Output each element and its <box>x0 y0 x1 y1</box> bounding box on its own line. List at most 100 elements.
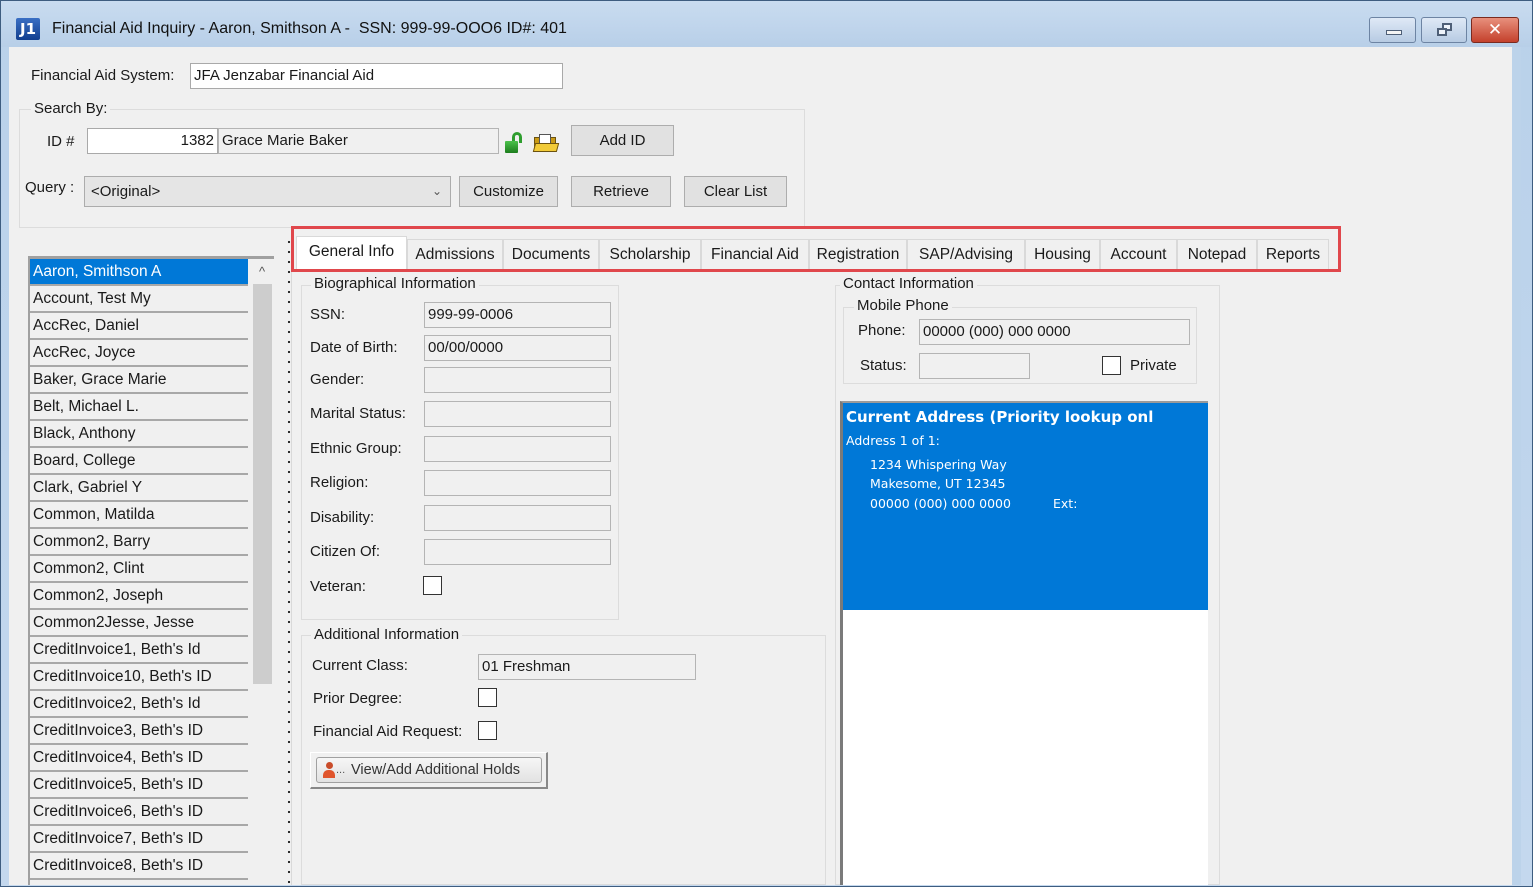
private-label: Private <box>1130 357 1177 374</box>
bio-field-label: Religion: <box>310 474 369 491</box>
bio-field-label: Ethnic Group: <box>310 440 402 457</box>
student-list-item[interactable]: CreditInvoice4, Beth's ID <box>30 745 248 772</box>
biographical-title: Biographical Information <box>311 275 479 292</box>
fa-request-label: Financial Aid Request: <box>313 723 463 740</box>
address-count: Address 1 of 1: <box>846 433 940 448</box>
search-by-group <box>19 109 805 228</box>
tab-account[interactable]: Account <box>1100 239 1177 270</box>
bio-field-value: 999-99-0006 <box>424 302 611 328</box>
tab-notepad[interactable]: Notepad <box>1177 239 1257 270</box>
student-list-item[interactable]: CreditInvoice2, Beth's Id <box>30 691 248 718</box>
prior-degree-checkbox[interactable] <box>478 688 497 707</box>
scroll-up-icon[interactable]: ^ <box>250 259 274 283</box>
bio-field-label: Gender: <box>310 371 365 388</box>
tab-registration[interactable]: Registration <box>809 239 907 270</box>
fa-request-checkbox[interactable] <box>478 721 497 740</box>
query-label: Query : <box>25 179 75 196</box>
student-list-item[interactable]: CreditInvoice6, Beth's ID <box>30 799 248 826</box>
student-list-item[interactable]: Common, Matilda <box>30 502 248 529</box>
scroll-thumb[interactable] <box>253 284 272 684</box>
list-scrollbar[interactable]: ^ <box>250 259 274 885</box>
add-id-button[interactable]: Add ID <box>571 125 674 156</box>
tab-reports[interactable]: Reports <box>1257 239 1329 270</box>
tab-housing[interactable]: Housing <box>1025 239 1100 270</box>
close-icon: ✕ <box>1487 20 1503 40</box>
private-checkbox[interactable] <box>1102 356 1121 375</box>
student-list-item[interactable]: AccRec, Daniel <box>30 313 248 340</box>
student-list-item[interactable]: Common2, Clint <box>30 556 248 583</box>
student-list-item[interactable]: Baker, Grace Marie <box>30 367 248 394</box>
current-class-label: Current Class: <box>312 657 408 674</box>
status-label: Status: <box>860 357 907 374</box>
current-address-panel[interactable]: Current Address (Priority lookup onl Add… <box>840 401 1208 885</box>
tab-financial-aid[interactable]: Financial Aid <box>701 239 809 270</box>
tab-documents[interactable]: Documents <box>503 239 599 270</box>
holds-button-face: ... View/Add Additional Holds <box>316 757 542 783</box>
customize-button[interactable]: Customize <box>459 176 558 207</box>
bio-field-value <box>424 367 611 393</box>
id-input[interactable]: 1382 <box>87 128 218 154</box>
holds-ellipsis: ... <box>336 764 346 776</box>
student-list-item[interactable]: Belt, Michael L. <box>30 394 248 421</box>
student-list-item[interactable]: Clark, Gabriel Y <box>30 475 248 502</box>
contact-info-title: Contact Information <box>840 275 977 292</box>
student-list-item[interactable]: Black, Anthony <box>30 421 248 448</box>
veteran-checkbox[interactable] <box>423 576 442 595</box>
additional-info-title: Additional Information <box>311 626 463 643</box>
bio-field-label: Citizen Of: <box>310 543 381 560</box>
student-list-item[interactable]: Common2, Barry <box>30 529 248 556</box>
minimize-button[interactable] <box>1369 17 1416 43</box>
tab-scholarship[interactable]: Scholarship <box>599 239 701 270</box>
fa-system-label: Financial Aid System: <box>31 67 175 84</box>
tab-admissions[interactable]: Admissions <box>407 239 503 270</box>
student-list-item[interactable]: CreditInvoice7, Beth's ID <box>30 826 248 853</box>
retrieve-button[interactable]: Retrieve <box>571 176 671 207</box>
open-folder-icon[interactable] <box>532 134 560 152</box>
holds-button-label: View/Add Additional Holds <box>351 762 521 778</box>
student-list-item[interactable]: Common2, Joseph <box>30 583 248 610</box>
status-field <box>919 353 1030 379</box>
student-list-item[interactable]: CreditInvoice8, Beth's ID <box>30 853 248 880</box>
mobile-phone-title: Mobile Phone <box>854 297 952 314</box>
current-class-field: 01 Freshman <box>478 654 696 680</box>
student-list-item[interactable]: CreditInvoice3, Beth's ID <box>30 718 248 745</box>
bio-field-value <box>424 470 611 496</box>
bio-field-value <box>424 539 611 565</box>
bio-field-value <box>424 436 611 462</box>
student-list-item[interactable]: Account, Test My <box>30 286 248 313</box>
student-list-item[interactable]: CreditInvoice10, Beth's ID <box>30 664 248 691</box>
student-list-item[interactable]: CreditInvoice1, Beth's Id <box>30 637 248 664</box>
student-list-item[interactable]: Common2Jesse, Jesse <box>30 610 248 637</box>
bio-field-label: Marital Status: <box>310 405 406 422</box>
clear-list-button[interactable]: Clear List <box>684 176 787 207</box>
title-bar[interactable]: J1 Financial Aid Inquiry - Aaron, Smiths… <box>1 1 1532 47</box>
bio-field-value: 00/00/0000 <box>424 335 611 361</box>
phone-label: Phone: <box>858 322 906 339</box>
window-title: Financial Aid Inquiry - Aaron, Smithson … <box>52 20 567 37</box>
tab-general-info[interactable]: General Info <box>296 236 407 270</box>
address-phone: 00000 (000) 000 0000 <box>870 496 1011 511</box>
address-title: Current Address (Priority lookup onl <box>846 408 1154 426</box>
student-list-item[interactable]: Aaron, Smithson A <box>30 259 248 286</box>
close-button[interactable]: ✕ <box>1471 17 1519 43</box>
app-window: J1 Financial Aid Inquiry - Aaron, Smiths… <box>0 0 1533 887</box>
address-line-2: Makesome, UT 12345 <box>870 476 1006 491</box>
student-list[interactable]: Aaron, Smithson A Account, Test My AccRec,… <box>28 256 274 885</box>
restore-icon <box>1437 23 1453 37</box>
bio-field-label: SSN: <box>310 306 346 323</box>
name-field: Grace Marie Baker <box>218 128 499 154</box>
prior-degree-label: Prior Degree: <box>313 690 403 707</box>
student-list-item[interactable]: AccRec, Joyce <box>30 340 248 367</box>
fa-system-field[interactable]: JFA Jenzabar Financial Aid <box>190 63 563 89</box>
unlock-icon[interactable] <box>505 132 523 154</box>
person-hold-icon <box>323 762 335 778</box>
query-dropdown[interactable]: <Original> ⌄ <box>84 176 451 207</box>
student-list-item[interactable]: CreditInvoice5, Beth's ID <box>30 772 248 799</box>
veteran-label: Veteran: <box>310 578 366 595</box>
restore-button[interactable] <box>1421 17 1467 43</box>
student-list-item[interactable]: Board, College <box>30 448 248 475</box>
bio-field-value <box>424 505 611 531</box>
query-value: <Original> <box>91 183 161 200</box>
view-add-holds-button[interactable]: ... View/Add Additional Holds <box>310 752 548 789</box>
tab-sap-advising[interactable]: SAP/Advising <box>907 239 1025 270</box>
